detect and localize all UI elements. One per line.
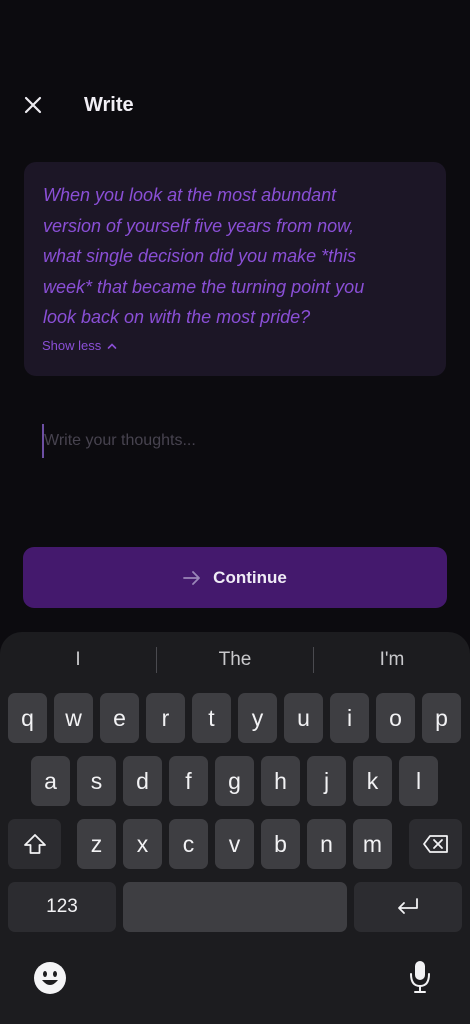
continue-label: Continue — [213, 567, 287, 587]
key-t[interactable]: t — [192, 693, 231, 743]
close-button[interactable] — [20, 92, 46, 118]
key-d[interactable]: d — [123, 756, 162, 806]
key-n[interactable]: n — [307, 819, 346, 869]
arrow-right-icon — [183, 570, 201, 585]
page-title: Write — [84, 94, 134, 116]
key-q[interactable]: q — [8, 693, 47, 743]
backspace-icon — [422, 835, 448, 853]
key-h[interactable]: h — [261, 756, 300, 806]
key-x[interactable]: x — [123, 819, 162, 869]
key-b[interactable]: b — [261, 819, 300, 869]
key-i[interactable]: i — [330, 693, 369, 743]
key-l[interactable]: l — [399, 756, 438, 806]
microphone-button[interactable] — [404, 958, 436, 996]
return-key[interactable] — [354, 882, 462, 932]
key-v[interactable]: v — [215, 819, 254, 869]
close-icon — [24, 96, 42, 114]
microphone-icon — [410, 961, 430, 993]
show-less-label: Show less — [42, 338, 102, 353]
numbers-key[interactable]: 123 — [8, 882, 116, 932]
key-z[interactable]: z — [77, 819, 116, 869]
backspace-key[interactable] — [409, 819, 462, 869]
prompt-line: When you look at the most abundant — [43, 185, 337, 205]
key-o[interactable]: o — [376, 693, 415, 743]
prompt-line: look back on with the most pride? — [43, 307, 311, 327]
return-icon — [398, 898, 418, 914]
suggestion-bar: I The I'm — [0, 642, 470, 678]
prompt-text: When you look at the most abundant versi… — [43, 180, 435, 333]
key-a[interactable]: a — [31, 756, 70, 806]
key-f[interactable]: f — [169, 756, 208, 806]
key-e[interactable]: e — [100, 693, 139, 743]
key-m[interactable]: m — [353, 819, 392, 869]
key-w[interactable]: w — [54, 693, 93, 743]
key-s[interactable]: s — [77, 756, 116, 806]
prompt-line: what single decision did you make *this — [43, 246, 357, 266]
key-c[interactable]: c — [169, 819, 208, 869]
show-less-toggle[interactable]: Show less — [42, 338, 117, 353]
prompt-card: When you look at the most abundant versi… — [24, 162, 446, 376]
suggestion-item[interactable]: I'm — [314, 642, 470, 678]
shift-icon — [23, 834, 46, 854]
suggestion-item[interactable]: The — [157, 642, 313, 678]
header: Write — [0, 84, 470, 128]
prompt-line: version of yourself five years from now, — [43, 215, 355, 236]
continue-button[interactable]: Continue — [23, 547, 447, 608]
emoji-button[interactable] — [32, 960, 68, 996]
chevron-up-icon — [107, 342, 117, 349]
key-y[interactable]: y — [238, 693, 277, 743]
key-g[interactable]: g — [215, 756, 254, 806]
on-screen-keyboard: I The I'm qwertyuiop asdfghjkl zxcvbnm 1… — [0, 632, 470, 1024]
key-u[interactable]: u — [284, 693, 323, 743]
suggestion-item[interactable]: I — [0, 642, 156, 678]
key-p[interactable]: p — [422, 693, 461, 743]
key-k[interactable]: k — [353, 756, 392, 806]
prompt-line: week* that became the turning point you — [43, 276, 365, 297]
shift-key[interactable] — [8, 819, 61, 869]
emoji-icon — [34, 962, 66, 994]
thoughts-input[interactable] — [42, 424, 444, 458]
thoughts-input-area[interactable] — [42, 424, 444, 460]
key-r[interactable]: r — [146, 693, 185, 743]
key-j[interactable]: j — [307, 756, 346, 806]
space-key[interactable] — [123, 882, 347, 932]
